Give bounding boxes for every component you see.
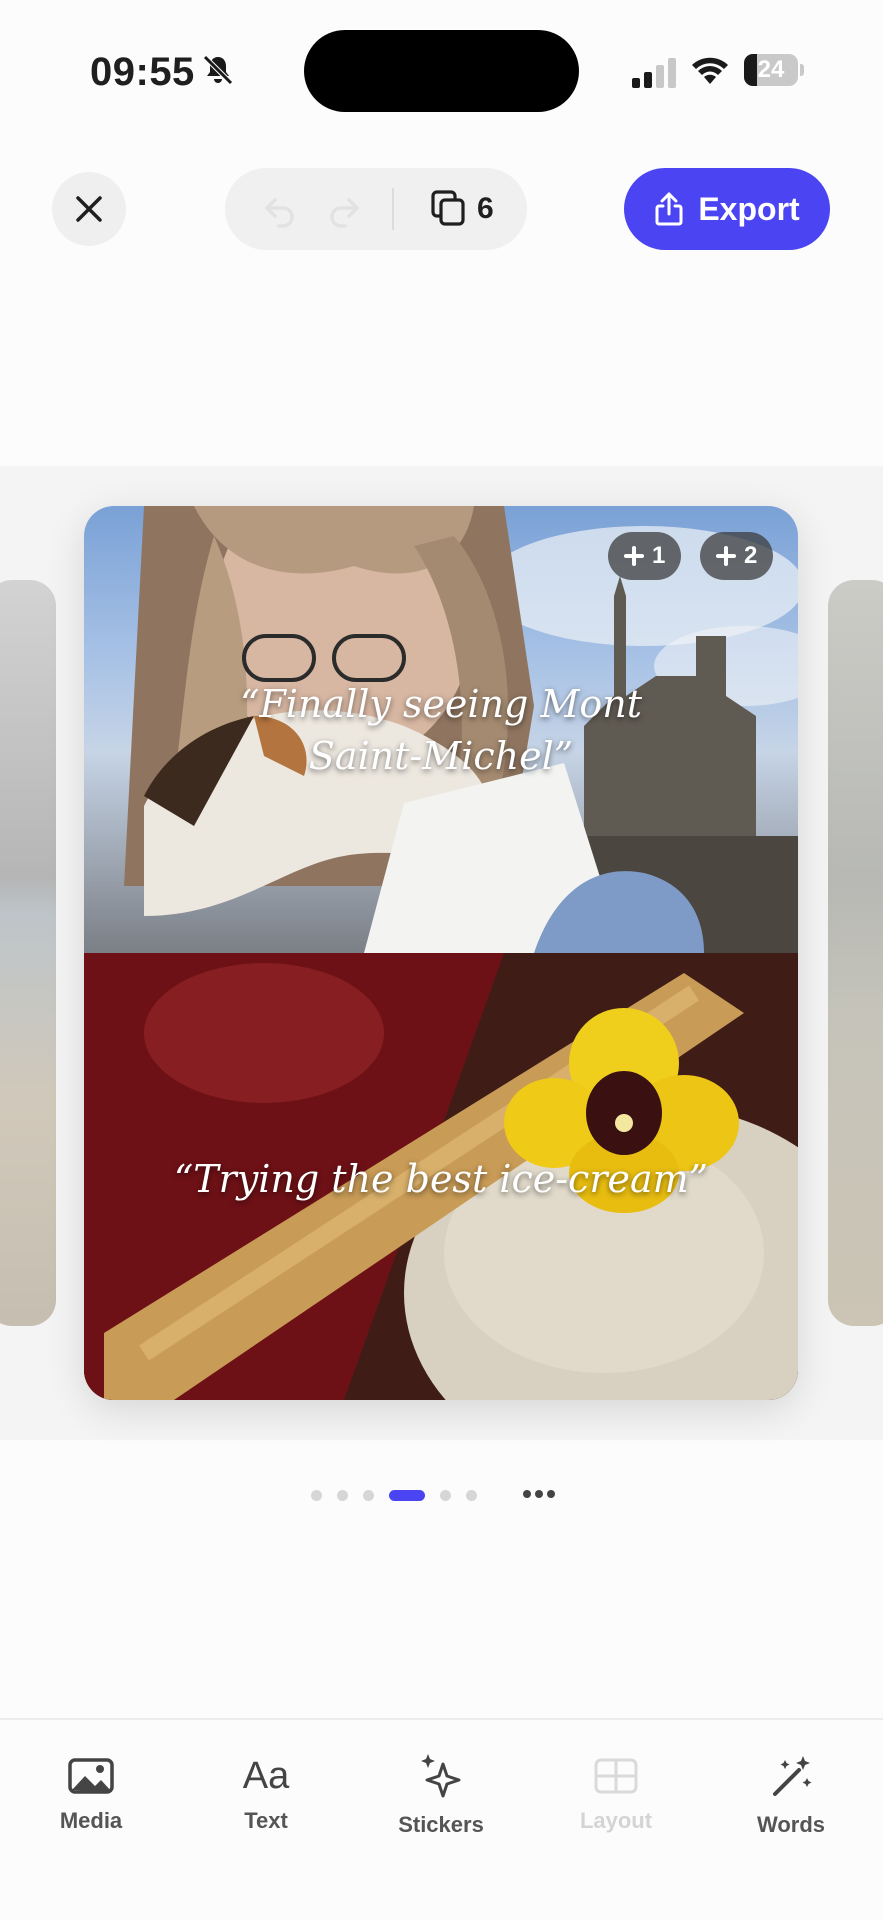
page-dot-active[interactable] <box>389 1490 425 1501</box>
photo-ice-cream[interactable]: “Trying the best ice-cream” <box>84 953 798 1400</box>
pages-copy-icon[interactable] <box>431 190 467 228</box>
tab-label: Stickers <box>398 1812 484 1837</box>
tab-text[interactable]: Aa Text <box>196 1750 336 1834</box>
wifi-icon <box>692 57 728 84</box>
tab-layout[interactable]: Layout <box>546 1750 686 1834</box>
next-page-preview[interactable] <box>828 580 883 1326</box>
export-label: Export <box>698 190 800 227</box>
page-dot[interactable] <box>337 1490 348 1501</box>
page-dot[interactable] <box>466 1490 477 1501</box>
image-icon <box>68 1758 114 1794</box>
close-button[interactable] <box>52 172 126 246</box>
battery-percentage: 24 <box>757 56 785 83</box>
photo-selfie-mont-saint-michel[interactable]: 1 2 “Finally seeing Mont Saint-Michel” <box>84 506 798 953</box>
badge-count: 2 <box>744 542 758 569</box>
export-button[interactable]: Export <box>624 168 830 250</box>
cellular-signal-icon <box>632 58 676 88</box>
redo-icon[interactable] <box>325 190 363 228</box>
sparkles-icon <box>421 1754 461 1798</box>
more-pages-icon[interactable] <box>522 1486 556 1502</box>
previous-page-preview[interactable] <box>0 580 56 1326</box>
add-element-badge-2[interactable]: 2 <box>700 532 774 580</box>
add-element-badge-1[interactable]: 1 <box>608 532 682 580</box>
tab-media[interactable]: Media <box>21 1750 161 1834</box>
tab-label: Layout <box>579 1808 653 1833</box>
plus-icon <box>624 546 644 566</box>
badge-count: 1 <box>652 542 666 569</box>
history-controls: 6 <box>225 168 527 250</box>
page-dot[interactable] <box>440 1490 451 1501</box>
tab-label: Text <box>244 1808 288 1833</box>
tab-words[interactable]: Words <box>721 1750 861 1838</box>
undo-icon[interactable] <box>261 190 299 228</box>
text-aa-icon: Aa <box>242 1754 290 1797</box>
toolbar-divider <box>392 188 394 230</box>
status-time: 09:55 <box>90 50 195 94</box>
top-caption-text[interactable]: “Finally seeing Mont Saint-Michel” <box>84 678 798 782</box>
page-dot[interactable] <box>363 1490 374 1501</box>
close-icon <box>76 196 102 222</box>
share-icon <box>655 192 683 226</box>
page-dot[interactable] <box>311 1490 322 1501</box>
magic-wand-icon <box>773 1756 812 1796</box>
tab-stickers[interactable]: Stickers <box>371 1750 511 1838</box>
plus-icon <box>716 546 736 566</box>
bell-muted-icon <box>203 55 233 85</box>
bottom-tab-bar: Media Aa Text Stickers Layout Words <box>0 1718 883 1920</box>
tab-label: Words <box>756 1812 826 1837</box>
bottom-caption-text[interactable]: “Trying the best ice-cream” <box>84 1153 798 1205</box>
current-page-card[interactable]: 1 2 “Finally seeing Mont Saint-Michel” “… <box>84 506 798 1400</box>
tab-label: Media <box>59 1808 123 1833</box>
pages-count[interactable]: 6 <box>477 190 494 228</box>
grid-icon <box>594 1758 638 1794</box>
battery-indicator: 24 <box>744 54 804 86</box>
dynamic-island <box>304 30 579 112</box>
